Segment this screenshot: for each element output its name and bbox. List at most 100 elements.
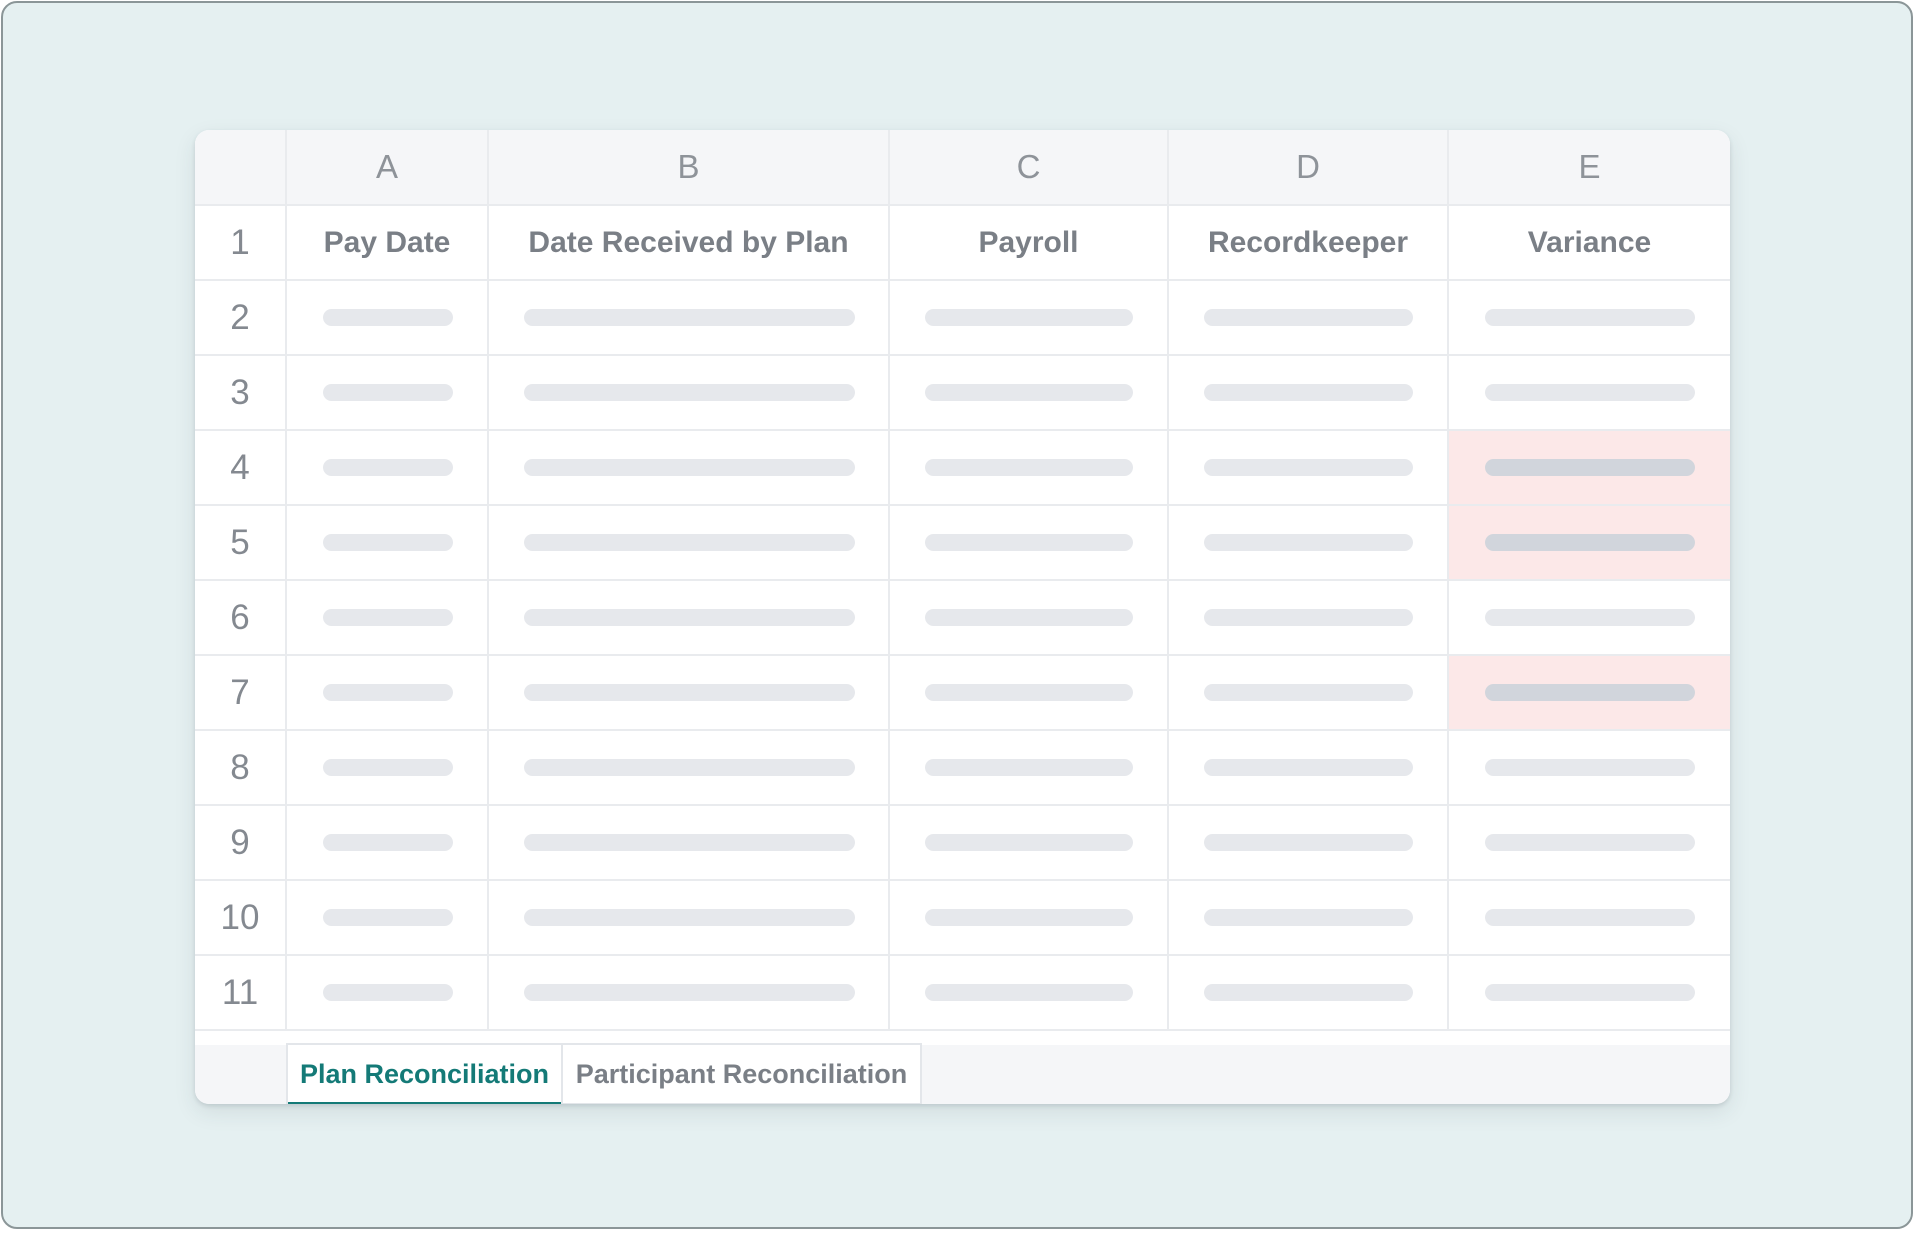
- cell-d[interactable]: [1167, 954, 1449, 1031]
- cell-b[interactable]: [487, 579, 890, 656]
- select-all-corner[interactable]: [195, 130, 287, 206]
- cell-c[interactable]: [888, 279, 1169, 356]
- cell-e[interactable]: [1447, 354, 1730, 431]
- placeholder-bar: [1485, 309, 1695, 326]
- header-cell-pay-date[interactable]: Pay Date: [285, 204, 489, 281]
- cell-e-flagged[interactable]: [1447, 429, 1730, 506]
- cell-c[interactable]: [888, 954, 1169, 1031]
- cell-a[interactable]: [285, 954, 489, 1031]
- cell-a[interactable]: [285, 804, 489, 881]
- cell-d[interactable]: [1167, 504, 1449, 581]
- cell-d[interactable]: [1167, 429, 1449, 506]
- cell-c[interactable]: [888, 579, 1169, 656]
- cell-c[interactable]: [888, 804, 1169, 881]
- cell-d[interactable]: [1167, 579, 1449, 656]
- placeholder-bar: [925, 759, 1133, 776]
- row-header[interactable]: 7: [195, 654, 287, 731]
- cell-a[interactable]: [285, 879, 489, 956]
- placeholder-bar: [524, 984, 855, 1001]
- cell-e[interactable]: [1447, 579, 1730, 656]
- placeholder-bar: [323, 384, 453, 401]
- cell-d[interactable]: [1167, 654, 1449, 731]
- column-header-c[interactable]: C: [888, 130, 1169, 206]
- header-cell-date-received[interactable]: Date Received by Plan: [487, 204, 890, 281]
- cell-b[interactable]: [487, 504, 890, 581]
- cell-b[interactable]: [487, 804, 890, 881]
- cell-d[interactable]: [1167, 879, 1449, 956]
- row-header[interactable]: 8: [195, 729, 287, 806]
- placeholder-bar: [323, 309, 453, 326]
- cell-b[interactable]: [487, 429, 890, 506]
- placeholder-bar: [1204, 834, 1413, 851]
- placeholder-bar: [524, 834, 855, 851]
- header-cell-payroll[interactable]: Payroll: [888, 204, 1169, 281]
- placeholder-bar: [925, 309, 1133, 326]
- column-header-a[interactable]: A: [285, 130, 489, 206]
- cell-b[interactable]: [487, 729, 890, 806]
- cell-a[interactable]: [285, 504, 489, 581]
- cell-a[interactable]: [285, 279, 489, 356]
- column-header-e[interactable]: E: [1447, 130, 1730, 206]
- placeholder-bar: [1485, 534, 1695, 551]
- row-header-1[interactable]: 1: [195, 204, 287, 281]
- row-header[interactable]: 4: [195, 429, 287, 506]
- table-row: 5: [195, 504, 1730, 581]
- placeholder-bar: [1204, 984, 1413, 1001]
- row-header[interactable]: 5: [195, 504, 287, 581]
- cell-c[interactable]: [888, 354, 1169, 431]
- cell-a[interactable]: [285, 579, 489, 656]
- row-header[interactable]: 9: [195, 804, 287, 881]
- cell-a[interactable]: [285, 429, 489, 506]
- cell-d[interactable]: [1167, 354, 1449, 431]
- cell-c[interactable]: [888, 879, 1169, 956]
- cell-e[interactable]: [1447, 729, 1730, 806]
- placeholder-bar: [524, 909, 855, 926]
- cell-a[interactable]: [285, 729, 489, 806]
- cell-b[interactable]: [487, 354, 890, 431]
- placeholder-bar: [323, 984, 453, 1001]
- cell-e-flagged[interactable]: [1447, 504, 1730, 581]
- placeholder-bar: [1485, 684, 1695, 701]
- cell-b[interactable]: [487, 654, 890, 731]
- cell-a[interactable]: [285, 654, 489, 731]
- row-header[interactable]: 11: [195, 954, 287, 1031]
- placeholder-bar: [1485, 759, 1695, 776]
- cell-c[interactable]: [888, 504, 1169, 581]
- placeholder-bar: [925, 459, 1133, 476]
- cell-a[interactable]: [285, 354, 489, 431]
- row-header[interactable]: 6: [195, 579, 287, 656]
- cell-c[interactable]: [888, 729, 1169, 806]
- cell-d[interactable]: [1167, 729, 1449, 806]
- header-cell-variance[interactable]: Variance: [1447, 204, 1730, 281]
- placeholder-bar: [925, 534, 1133, 551]
- row-header[interactable]: 10: [195, 879, 287, 956]
- header-cell-recordkeeper[interactable]: Recordkeeper: [1167, 204, 1449, 281]
- column-header-d[interactable]: D: [1167, 130, 1449, 206]
- cell-b[interactable]: [487, 279, 890, 356]
- cell-c[interactable]: [888, 654, 1169, 731]
- row-header[interactable]: 3: [195, 354, 287, 431]
- table-row: 3: [195, 354, 1730, 431]
- placeholder-bar: [1485, 609, 1695, 626]
- cell-e[interactable]: [1447, 954, 1730, 1031]
- placeholder-bar: [1485, 909, 1695, 926]
- cell-d[interactable]: [1167, 804, 1449, 881]
- cell-c[interactable]: [888, 429, 1169, 506]
- cell-d[interactable]: [1167, 279, 1449, 356]
- cell-e[interactable]: [1447, 879, 1730, 956]
- column-header-b[interactable]: B: [487, 130, 890, 206]
- placeholder-bar: [524, 684, 855, 701]
- tab-plan-reconciliation[interactable]: Plan Reconciliation: [286, 1043, 561, 1104]
- row-header[interactable]: 2: [195, 279, 287, 356]
- cell-e[interactable]: [1447, 279, 1730, 356]
- cell-e[interactable]: [1447, 804, 1730, 881]
- cell-b[interactable]: [487, 879, 890, 956]
- tab-participant-reconciliation[interactable]: Participant Reconciliation: [561, 1043, 922, 1104]
- placeholder-bar: [524, 534, 855, 551]
- cell-b[interactable]: [487, 954, 890, 1031]
- sheet-tab-bar: Plan Reconciliation Participant Reconcil…: [195, 1043, 1730, 1104]
- cell-e-flagged[interactable]: [1447, 654, 1730, 731]
- placeholder-bar: [1485, 459, 1695, 476]
- placeholder-bar: [323, 534, 453, 551]
- table-row: 11: [195, 954, 1730, 1031]
